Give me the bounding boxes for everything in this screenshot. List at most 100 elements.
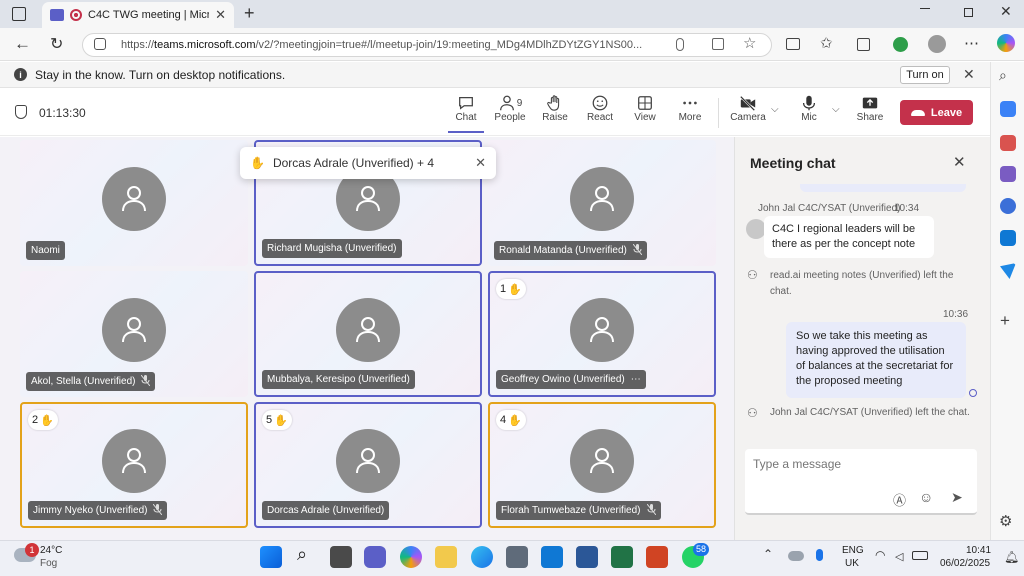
react-label: React xyxy=(586,112,614,123)
previous-message-edge xyxy=(800,184,966,192)
browser-tab[interactable]: C4C TWG meeting | Microsoft Teams ✕ xyxy=(42,2,234,28)
participant-tile[interactable]: 4 ✋ Florah Tumwebaze (Unverified) xyxy=(488,402,716,528)
sidebar-settings-icon[interactable]: ⚙ xyxy=(999,512,1012,530)
participant-tile[interactable]: Akol, Stella (Unverified) xyxy=(20,271,248,397)
back-icon[interactable]: ← xyxy=(14,34,31,54)
shield-icon xyxy=(15,105,27,119)
refresh-icon[interactable]: ↻ xyxy=(50,34,63,54)
clock-time[interactable]: 10:41 xyxy=(966,545,991,556)
new-tab-button[interactable]: + xyxy=(244,3,255,24)
outlook-app-icon[interactable] xyxy=(541,546,563,568)
chat-button[interactable]: Chat xyxy=(444,94,488,123)
camera-options-chevron-icon[interactable]: ⌵ xyxy=(771,104,779,115)
participant-tile[interactable]: Mubbalya, Keresipo (Unverified) xyxy=(254,271,482,397)
sidebar-outlook-icon[interactable] xyxy=(1000,230,1016,246)
close-popup-icon[interactable]: ✕ xyxy=(475,155,486,171)
turn-on-button[interactable]: Turn on xyxy=(900,66,950,84)
clock-date[interactable]: 06/02/2025 xyxy=(940,558,990,569)
copilot-icon[interactable] xyxy=(997,34,1015,52)
favorite-star-icon[interactable]: ☆ xyxy=(743,34,756,52)
sidebar-tools-icon[interactable] xyxy=(1000,135,1016,151)
sidebar-m365-icon[interactable] xyxy=(1000,198,1016,214)
more-button[interactable]: More xyxy=(668,94,712,123)
participant-name: Naomi xyxy=(31,245,60,256)
taskbar-search-icon[interactable]: ⌕ xyxy=(297,544,307,565)
word-app-icon[interactable] xyxy=(576,546,598,568)
sidebar-games-icon[interactable] xyxy=(1000,166,1016,182)
raised-hands-popup[interactable]: ✋ Dorcas Adrale (Unverified) + 4 ✕ xyxy=(240,147,496,179)
share-button[interactable]: Share xyxy=(848,94,892,123)
more-options-icon[interactable]: ⋯ xyxy=(964,34,979,52)
volume-icon[interactable]: ◁ xyxy=(895,550,903,563)
task-view-icon[interactable] xyxy=(330,546,352,568)
read-receipt-icon xyxy=(969,389,977,397)
participant-tile[interactable]: Ronald Matanda (Unverified) xyxy=(488,140,716,266)
browser-essentials-icon[interactable] xyxy=(893,37,908,52)
teams-app-icon[interactable] xyxy=(364,546,386,568)
battery-icon[interactable] xyxy=(912,551,928,560)
mic-button[interactable]: Mic xyxy=(787,94,831,123)
person-left-icon: ⚇ xyxy=(747,268,758,282)
participant-tile[interactable]: 5 ✋ Dorcas Adrale (Unverified) xyxy=(254,402,482,528)
mic-permission-icon[interactable] xyxy=(676,38,684,51)
onedrive-icon[interactable] xyxy=(788,551,804,561)
raised-hand-badge: 4 ✋ xyxy=(496,410,526,430)
message-compose-box[interactable]: Ⓐ ☺ ➤ xyxy=(745,449,977,515)
people-count: 9 xyxy=(516,97,523,109)
view-button[interactable]: View xyxy=(623,94,667,123)
participant-avatar xyxy=(336,298,400,362)
raised-hand-badge: 1 ✋ xyxy=(496,279,526,299)
participant-tile[interactable]: Naomi xyxy=(20,140,248,266)
input-language[interactable]: ENG xyxy=(842,545,864,556)
show-hidden-icons-chevron[interactable]: ⌃ xyxy=(763,547,773,561)
leave-button[interactable]: Leave xyxy=(900,100,973,125)
wifi-icon[interactable]: ◠ xyxy=(875,548,885,562)
people-button[interactable]: 9 People xyxy=(488,94,532,123)
mic-options-chevron-icon[interactable]: ⌵ xyxy=(832,104,840,115)
collections-icon[interactable] xyxy=(857,38,870,51)
format-icon[interactable]: Ⓐ xyxy=(893,490,906,509)
sender-avatar[interactable] xyxy=(746,219,766,239)
notification-bell-icon[interactable]: 🔔︎ xyxy=(1004,550,1019,564)
sidebar-search-icon[interactable]: ⌕ xyxy=(999,67,1007,84)
edge-app-icon[interactable] xyxy=(471,546,493,568)
sidebar-add-icon[interactable]: + xyxy=(1000,311,1010,331)
start-icon[interactable] xyxy=(260,546,282,568)
site-info-icon[interactable] xyxy=(94,38,106,50)
app-available-icon[interactable] xyxy=(712,38,724,50)
excel-app-icon[interactable] xyxy=(611,546,633,568)
store-icon[interactable] xyxy=(506,546,528,568)
person-icon xyxy=(590,186,614,212)
dismiss-notification-icon[interactable]: ✕ xyxy=(963,66,975,83)
restore-icon[interactable] xyxy=(964,8,973,17)
participant-name: Dorcas Adrale (Unverified) xyxy=(267,505,385,516)
close-chat-icon[interactable]: ✕ xyxy=(953,153,966,171)
raise-hand-button[interactable]: Raise xyxy=(533,94,577,123)
participant-tile[interactable]: 2 ✋ Jimmy Nyeko (Unverified) xyxy=(20,402,248,528)
camera-button[interactable]: Camera xyxy=(726,94,770,123)
powerpoint-app-icon[interactable] xyxy=(646,546,668,568)
participant-more-icon[interactable]: ⋯ xyxy=(631,374,641,385)
emoji-icon[interactable]: ☺ xyxy=(919,489,933,505)
raised-hand-icon: ✋ xyxy=(274,414,288,427)
file-explorer-icon[interactable] xyxy=(435,546,457,568)
participant-tile[interactable]: 1 ✋ Geoffrey Owino (Unverified) ⋯ xyxy=(488,271,716,397)
split-screen-icon[interactable] xyxy=(786,38,800,50)
chat-icon xyxy=(459,96,473,110)
sidebar-shopping-icon[interactable] xyxy=(1000,101,1016,117)
profile-avatar[interactable] xyxy=(928,35,946,53)
copilot-app-icon[interactable] xyxy=(400,546,422,568)
address-bar[interactable]: https://teams.microsoft.com/v2/?meetingj… xyxy=(82,33,772,57)
close-window-icon[interactable]: ✕ xyxy=(1000,3,1012,20)
minimize-icon[interactable] xyxy=(920,8,930,9)
message-input[interactable] xyxy=(753,457,963,471)
send-icon[interactable]: ➤ xyxy=(951,489,963,506)
input-region[interactable]: UK xyxy=(845,558,859,569)
participant-name: Florah Tumwebaze (Unverified) xyxy=(501,505,641,516)
react-button[interactable]: React xyxy=(578,94,622,123)
close-tab-icon[interactable]: ✕ xyxy=(215,7,226,23)
tab-actions-icon[interactable] xyxy=(12,7,26,21)
favorites-icon[interactable]: ✩ xyxy=(820,34,833,52)
hand-emoji-icon: ✋ xyxy=(250,156,265,170)
mic-in-use-icon[interactable] xyxy=(816,549,823,561)
